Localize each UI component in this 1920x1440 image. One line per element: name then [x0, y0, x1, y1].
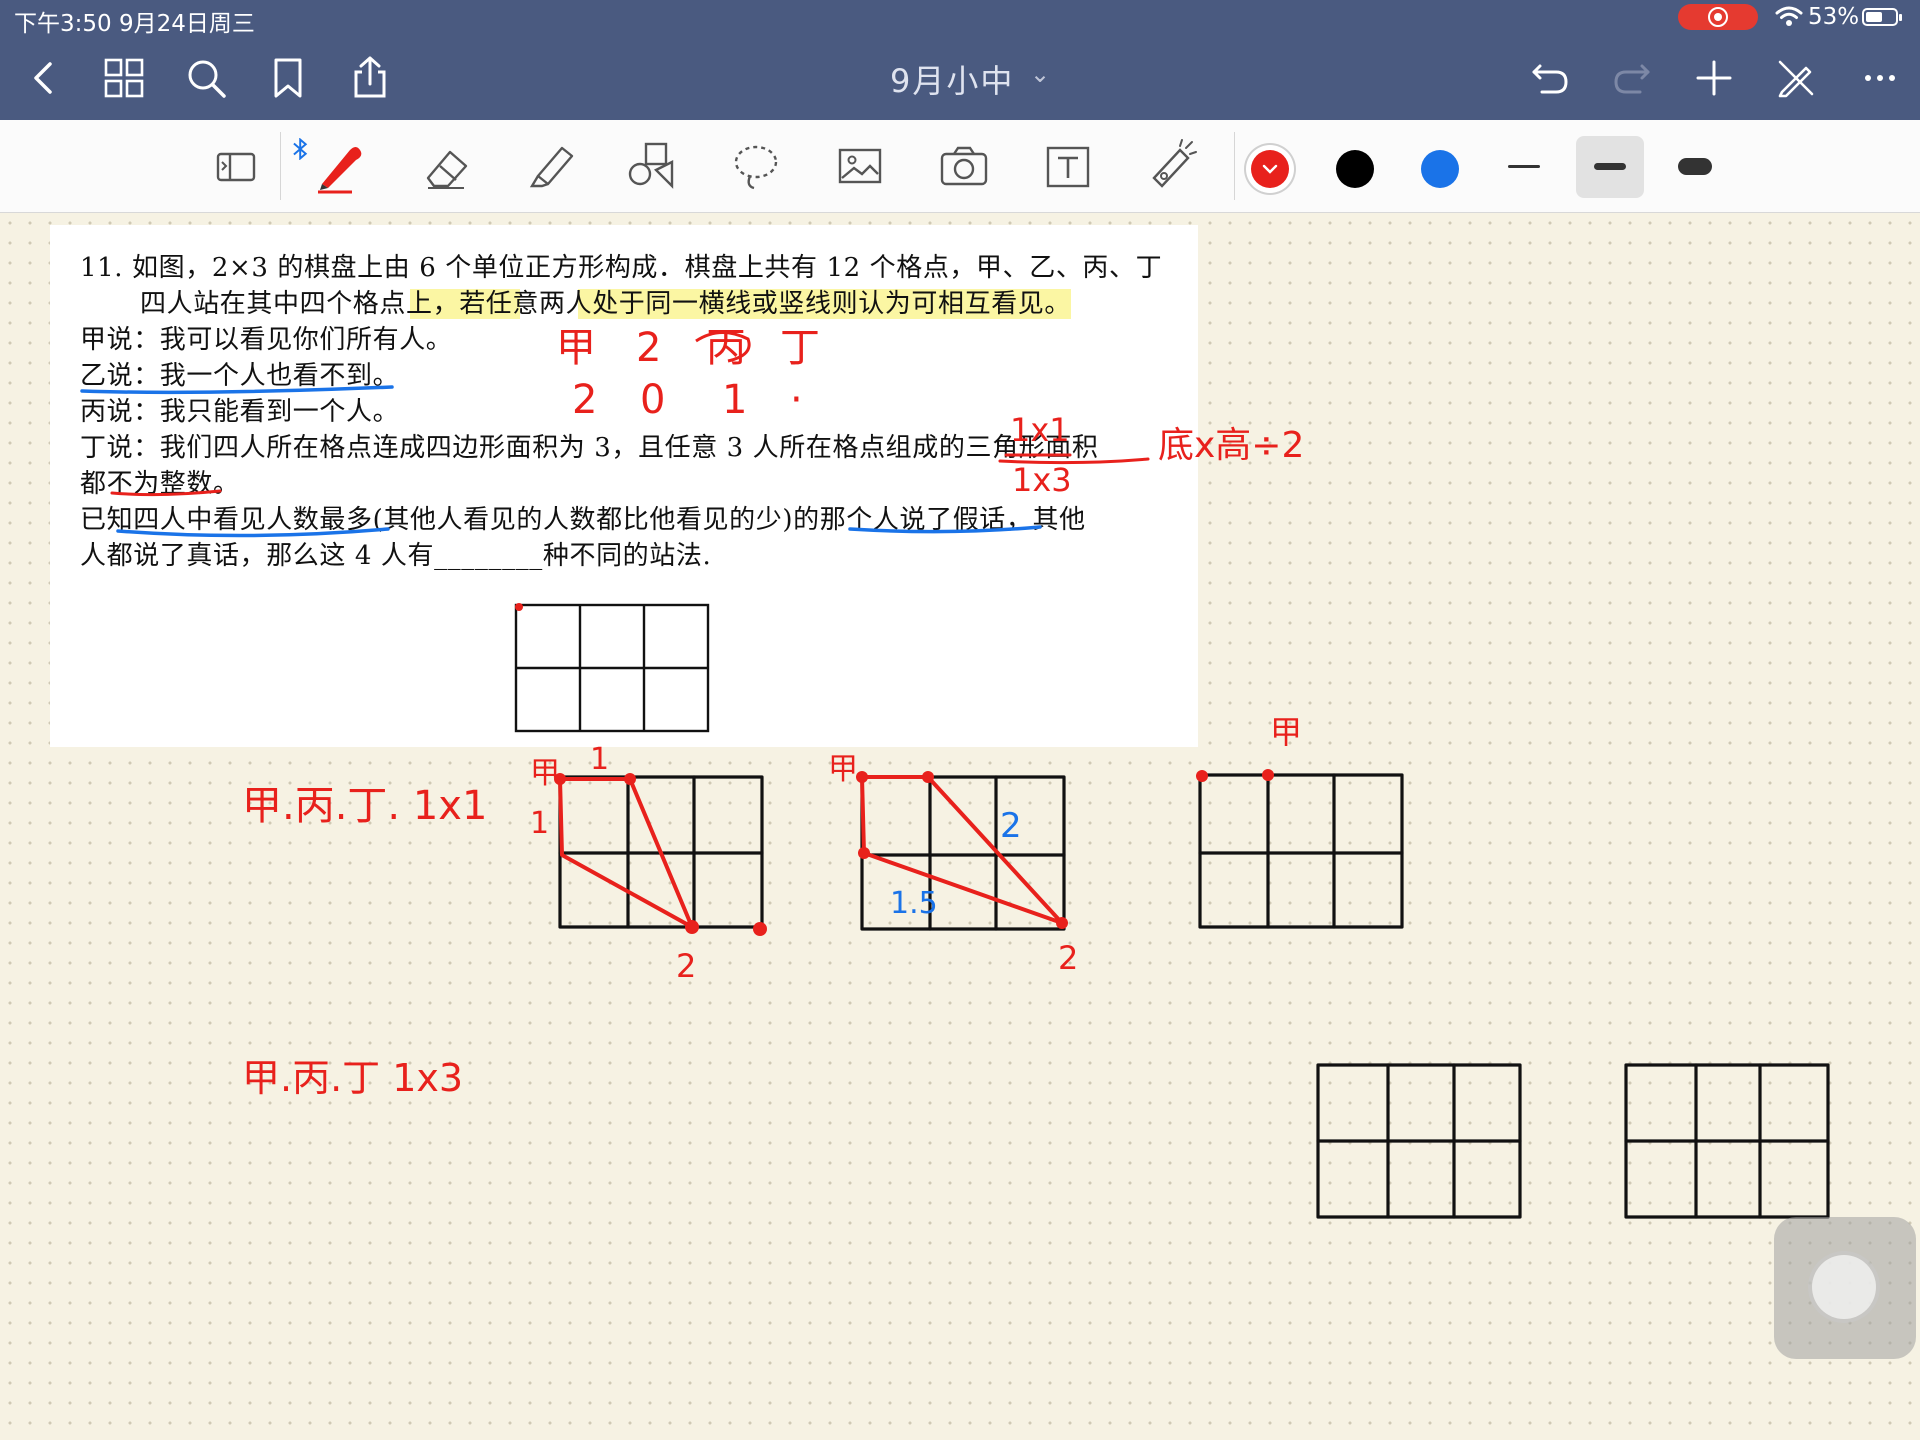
battery-icon — [1862, 8, 1902, 26]
status-time: 下午3:50 9月24日周三 — [14, 11, 255, 37]
ink-label: 1 — [722, 377, 747, 423]
ink-annotations[interactable]: 甲 2 丙 丁 2 0 1 · 1x1 1x3 底x高÷2 甲.丙.丁. 1x1… — [0, 213, 1920, 1440]
battery-percent: 53% — [1808, 4, 1860, 30]
ink-grid-3 — [1198, 773, 1404, 929]
ink-grid-4 — [1316, 1063, 1522, 1219]
line-width-thick[interactable] — [1678, 158, 1712, 175]
document-title[interactable]: 9月小中 — [890, 56, 1014, 102]
ink-label: 2 — [1000, 806, 1022, 846]
laser-pointer-icon[interactable] — [1144, 138, 1200, 194]
ink-label: 甲 — [1270, 713, 1302, 751]
pen-tool-icon[interactable] — [312, 138, 368, 194]
pen-off-icon[interactable] — [1772, 54, 1820, 102]
ink-label: 丁 — [780, 325, 820, 371]
ink-label: 1x3 — [1012, 461, 1072, 499]
add-page-icon[interactable] — [1690, 54, 1738, 102]
ink-label: 2 — [636, 325, 661, 371]
toolbar-divider — [1234, 132, 1235, 200]
toolbar-divider — [280, 132, 281, 200]
line-width-medium[interactable] — [1594, 163, 1626, 170]
more-icon[interactable] — [1856, 54, 1904, 102]
toolbar-toggle-icon[interactable] — [208, 138, 264, 194]
ink-label: 甲 — [828, 752, 858, 787]
status-bar: 下午3:50 9月24日周三 53% — [0, 0, 1920, 37]
goodnotes-app: 下午3:50 9月24日周三 53% 9月小中 ⌄ 11. 如图，2×3 的棋盘… — [0, 0, 1920, 1440]
eraser-icon[interactable] — [420, 138, 476, 194]
bookmark-icon[interactable] — [264, 54, 312, 102]
search-icon[interactable] — [182, 54, 230, 102]
lasso-icon[interactable] — [728, 138, 784, 194]
ink-label: 甲.丙.丁. 1x1 — [242, 783, 487, 829]
drawing-toolbar — [0, 120, 1920, 213]
color-swatch-black[interactable] — [1336, 150, 1374, 188]
highlighter-icon[interactable] — [524, 138, 580, 194]
ink-label: 0 — [640, 377, 665, 423]
nav-bar: 9月小中 ⌄ — [0, 34, 1920, 120]
ink-text-group: 甲 2 丙 丁 2 0 1 · 1x1 1x3 底x高÷2 甲.丙.丁. 1x1… — [242, 325, 1304, 1100]
ink-label: 2 — [1058, 939, 1078, 977]
screen-recording-icon[interactable] — [1678, 4, 1758, 30]
notebook-page[interactable]: 11. 如图，2×3 的棋盘上由 6 个单位正方形构成．棋盘上共有 12 个格点… — [0, 213, 1920, 1440]
ink-underline — [116, 527, 390, 538]
ink-label: 2 — [572, 377, 597, 423]
ink-label: 2 — [676, 947, 696, 985]
ink-label: 1 — [590, 742, 609, 777]
back-chevron-icon[interactable] — [20, 54, 68, 102]
ink-label: 底x高÷2 — [1158, 425, 1304, 466]
color-swatch-red[interactable] — [1251, 150, 1289, 188]
ink-label: 1 — [530, 806, 549, 841]
ink-label: 甲.丙.丁 1x3 — [242, 1056, 463, 1100]
camera-icon[interactable] — [936, 138, 992, 194]
ink-label: 1x1 — [1010, 411, 1070, 449]
chevron-down-icon[interactable]: ⌄ — [1030, 60, 1050, 88]
shapes-icon[interactable] — [624, 138, 680, 194]
ink-label: · — [790, 377, 803, 423]
assistive-touch-button[interactable] — [1774, 1217, 1916, 1359]
line-width-thin[interactable] — [1508, 165, 1540, 168]
ink-underline — [80, 385, 394, 395]
ink-label: 甲 — [556, 325, 596, 371]
ink-label: 甲 — [530, 756, 560, 791]
text-box-icon[interactable] — [1040, 138, 1096, 194]
ink-grid-5 — [1624, 1063, 1830, 1219]
chevron-down-icon — [1262, 164, 1278, 174]
wifi-icon — [1774, 2, 1804, 36]
ink-label: 1.5 — [890, 886, 938, 921]
undo-icon[interactable] — [1526, 54, 1574, 102]
redo-icon[interactable] — [1608, 54, 1656, 102]
ink-underline — [848, 525, 1042, 534]
ink-underline — [110, 489, 222, 497]
share-icon[interactable] — [346, 54, 394, 102]
grid-view-icon[interactable] — [100, 54, 148, 102]
image-icon[interactable] — [832, 138, 888, 194]
color-swatch-blue[interactable] — [1421, 150, 1459, 188]
